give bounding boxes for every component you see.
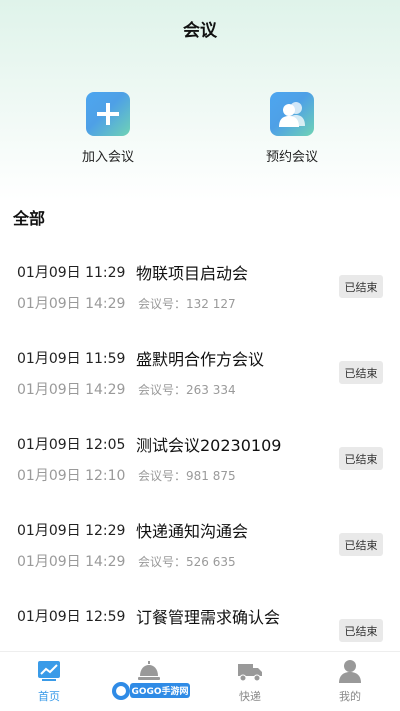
meeting-item[interactable]: 01月09日 11:29 物联项目启动会 01月09日 14:29 会议号：13… <box>0 248 400 334</box>
tab-express[interactable]: 快递 <box>220 658 280 704</box>
meeting-name: 盛默明合作方会议 <box>136 350 265 369</box>
meeting-id: 会议号：263 334 <box>138 383 236 397</box>
schedule-meeting-button[interactable]: 预约会议 <box>232 92 352 165</box>
plus-icon <box>86 92 130 136</box>
meeting-name: 订餐管理需求确认会 <box>136 608 281 627</box>
meeting-end-time: 01月09日 12:10 <box>17 468 126 484</box>
meeting-item[interactable]: 01月09日 12:29 快递通知沟通会 01月09日 14:29 会议号：52… <box>0 506 400 592</box>
meeting-id: 会议号：981 875 <box>138 469 236 483</box>
meeting-name: 物联项目启动会 <box>136 264 249 283</box>
status-badge: 已结束 <box>339 275 383 298</box>
join-meeting-label: 加入会议 <box>81 150 134 165</box>
meeting-start-time: 01月09日 11:29 <box>17 265 126 281</box>
tab-home-label: 首页 <box>38 690 60 703</box>
meeting-name: 快递通知沟通会 <box>136 522 249 541</box>
status-badge: 已结束 <box>339 619 383 642</box>
users-icon <box>270 92 314 136</box>
meeting-name: 测试会议20230109 <box>136 436 282 455</box>
meeting-list: 01月09日 11:29 物联项目启动会 01月09日 14:29 会议号：13… <box>0 248 400 678</box>
tab-mine[interactable]: 我的 <box>320 658 380 704</box>
meeting-id: 会议号：132 127 <box>138 297 236 311</box>
meeting-item[interactable]: 01月09日 11:59 盛默明合作方会议 01月09日 14:29 会议号：2… <box>0 334 400 420</box>
status-badge: 已结束 <box>339 533 383 556</box>
meeting-start-time: 01月09日 12:29 <box>17 523 126 539</box>
section-title-all: 全部 <box>13 209 46 228</box>
meeting-item[interactable]: 01月09日 12:05 测试会议20230109 01月09日 12:10 会… <box>0 420 400 506</box>
bottom-tab-bar: 首页 快递 我的 <box>0 651 400 711</box>
meeting-end-time: 01月09日 14:29 <box>17 382 126 398</box>
tab-express-label: 快递 <box>239 690 261 703</box>
watermark-logo: GOGO手游网 <box>110 680 192 702</box>
meeting-id: 会议号：526 635 <box>138 555 236 569</box>
person-icon <box>320 658 380 684</box>
page-title: 会议 <box>183 21 217 41</box>
tab-home[interactable]: 首页 <box>19 658 79 704</box>
meeting-end-time: 01月09日 14:29 <box>17 296 126 312</box>
meeting-start-time: 01月09日 12:05 <box>17 437 126 453</box>
truck-icon <box>220 658 280 684</box>
meeting-start-time: 01月09日 12:59 <box>17 609 126 625</box>
status-badge: 已结束 <box>339 447 383 470</box>
status-badge: 已结束 <box>339 361 383 384</box>
tab-mine-label: 我的 <box>339 690 361 703</box>
join-meeting-button[interactable]: 加入会议 <box>48 92 168 165</box>
chart-icon <box>19 658 79 684</box>
meeting-start-time: 01月09日 11:59 <box>17 351 126 367</box>
watermark-text: GOGO手游网 <box>131 685 188 697</box>
schedule-meeting-label: 预约会议 <box>265 150 318 165</box>
meeting-end-time: 01月09日 14:29 <box>17 554 126 570</box>
